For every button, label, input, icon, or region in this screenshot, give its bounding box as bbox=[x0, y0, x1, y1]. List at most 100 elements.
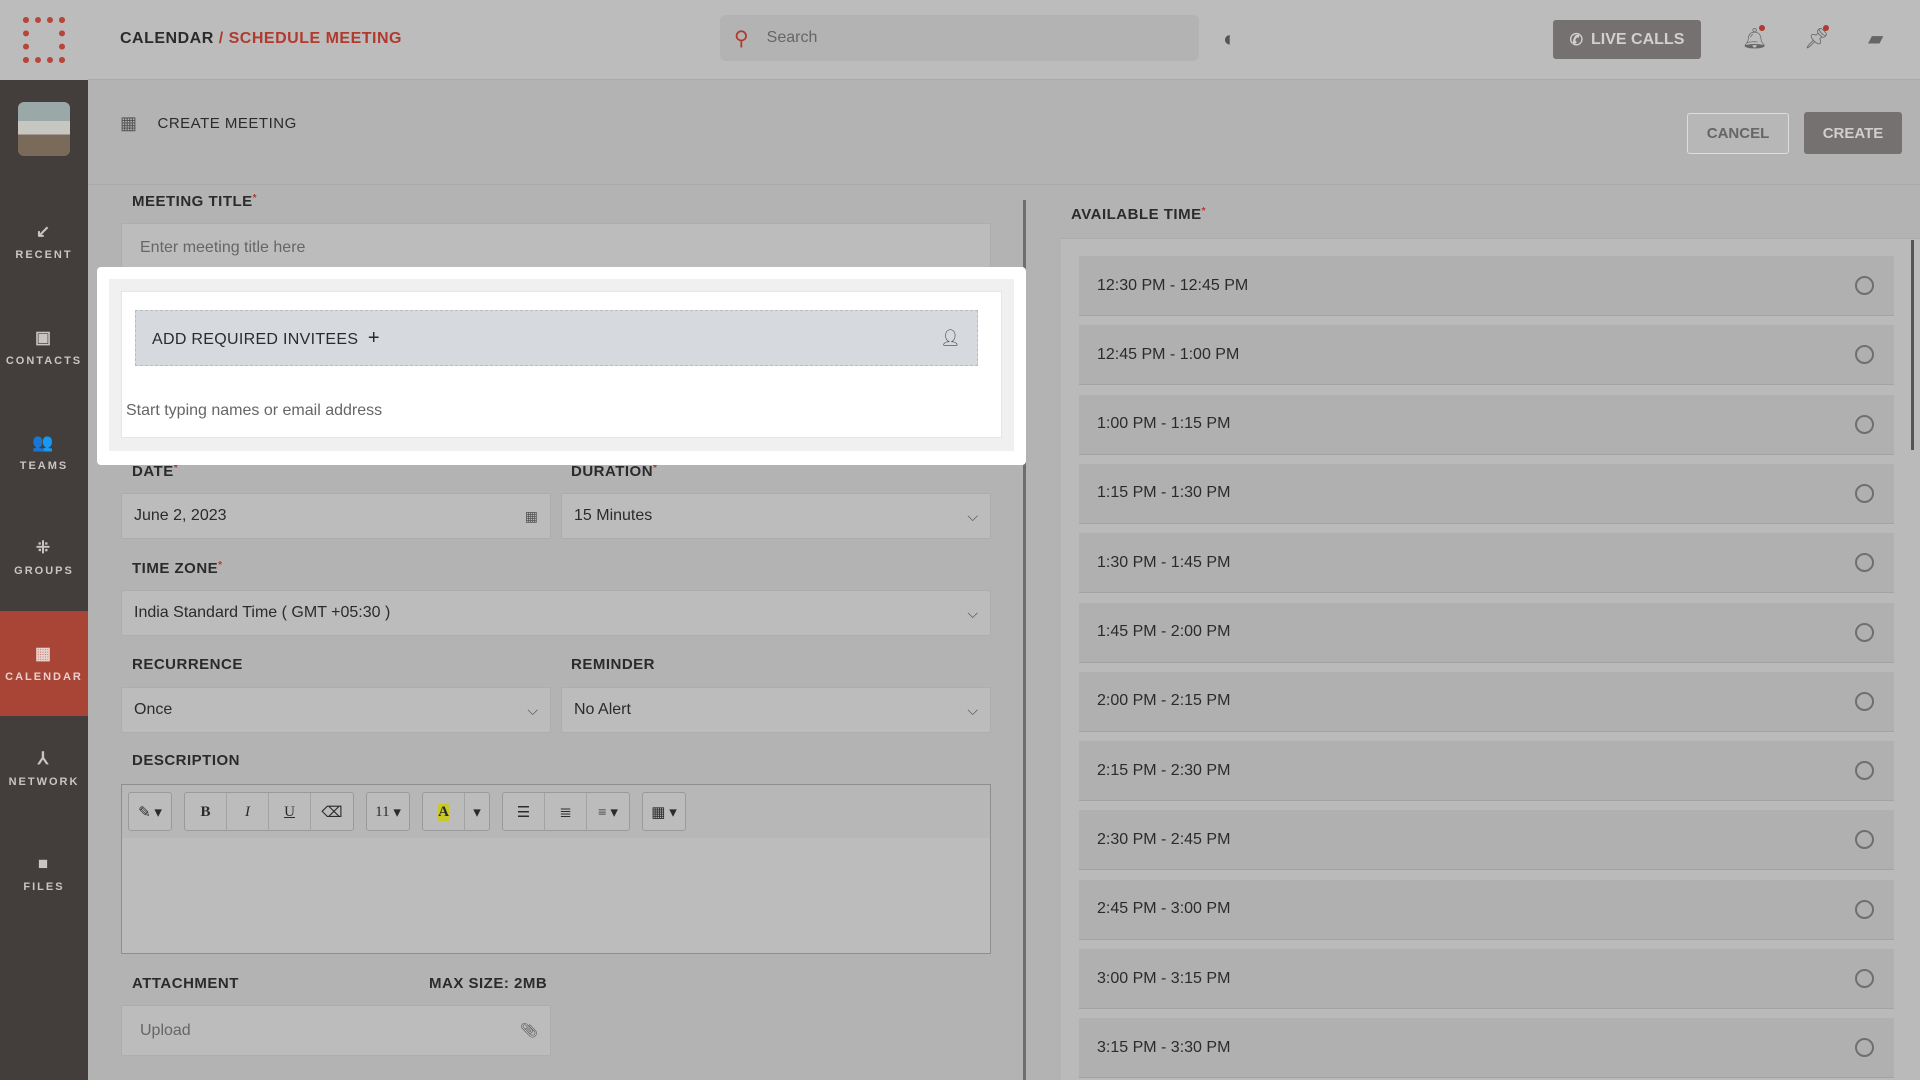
create-button[interactable]: CREATE bbox=[1804, 112, 1902, 154]
chevron-down-icon: ⌵ bbox=[967, 701, 978, 718]
paperclip-icon: 📎︎ bbox=[520, 1022, 538, 1038]
time-slot[interactable]: 3:00 PM - 3:15 PM bbox=[1079, 949, 1894, 1009]
sidebar-item-contacts[interactable]: ▣ CONTACTS bbox=[0, 295, 88, 400]
time-slot[interactable]: 1:00 PM - 1:15 PM bbox=[1079, 394, 1894, 455]
sidebar-item-teams[interactable]: 👥 TEAMS bbox=[0, 400, 88, 505]
time-slot[interactable]: 2:00 PM - 2:15 PM bbox=[1079, 671, 1894, 732]
sidebar-item-calendar[interactable]: ▦ CALENDAR bbox=[0, 611, 88, 716]
font-size-select[interactable]: 11 ▾ bbox=[367, 793, 409, 831]
bullet-list-icon[interactable]: ☰ bbox=[503, 793, 545, 831]
meeting-title-label: MEETING TITLE* bbox=[132, 193, 258, 210]
recent-icon: ↙ bbox=[35, 221, 53, 241]
time-slot-scrollbar[interactable] bbox=[1911, 240, 1914, 450]
time-slot[interactable]: 1:30 PM - 1:45 PM bbox=[1079, 533, 1894, 594]
time-slot[interactable]: 2:45 PM - 3:00 PM bbox=[1079, 879, 1894, 940]
date-label: DATE* bbox=[132, 463, 179, 480]
time-slot-radio[interactable] bbox=[1855, 483, 1874, 503]
time-slot-label: 2:15 PM - 2:30 PM bbox=[1097, 761, 1231, 779]
duration-label: DURATION* bbox=[571, 463, 658, 480]
underline-button[interactable]: U bbox=[269, 793, 311, 831]
time-slot-radio[interactable] bbox=[1855, 553, 1874, 573]
theme-toggle-icon[interactable]: ◐ bbox=[1223, 26, 1236, 52]
time-slot-radio[interactable] bbox=[1855, 345, 1874, 365]
calendar-icon[interactable]: ▦ bbox=[525, 508, 538, 525]
time-slot-label: 2:00 PM - 2:15 PM bbox=[1097, 692, 1231, 710]
chat-icon[interactable]: ▰ bbox=[1868, 26, 1883, 51]
time-slot-radio[interactable] bbox=[1855, 414, 1874, 434]
breadcrumb-calendar[interactable]: CALENDAR bbox=[120, 30, 214, 47]
timezone-label: TIME ZONE* bbox=[132, 560, 223, 577]
search-input[interactable]: ⚲ Search bbox=[720, 15, 1199, 61]
files-icon: ■ bbox=[37, 853, 51, 873]
live-calls-button[interactable]: ✆ LIVE CALLS bbox=[1553, 20, 1701, 59]
bold-button[interactable]: B bbox=[185, 793, 227, 831]
invitees-section: ADD REQUIRED INVITEES + 👤︎ Start typing … bbox=[121, 291, 1002, 438]
sidebar-item-label: GROUPS bbox=[14, 564, 74, 577]
table-icon[interactable]: ▦ ▾ bbox=[643, 793, 685, 831]
search-placeholder: Search bbox=[766, 29, 818, 46]
avatar[interactable] bbox=[18, 102, 70, 156]
calendar-icon: ▦ bbox=[120, 113, 138, 133]
time-slot[interactable]: 1:45 PM - 2:00 PM bbox=[1079, 602, 1894, 663]
date-input[interactable]: June 2, 2023 ▦ bbox=[121, 493, 551, 539]
reminder-label: REMINDER bbox=[571, 656, 656, 673]
align-icon[interactable]: ≡ ▾ bbox=[587, 793, 629, 831]
eraser-icon[interactable]: ⌫ bbox=[311, 793, 353, 831]
chevron-down-icon: ⌵ bbox=[527, 701, 538, 718]
sidebar-item-label: CALENDAR bbox=[5, 670, 83, 683]
description-editor[interactable] bbox=[121, 838, 991, 954]
timezone-select[interactable]: India Standard Time ( GMT +05:30 ) ⌵ bbox=[121, 590, 991, 636]
add-required-invitees-button[interactable]: ADD REQUIRED INVITEES + 👤︎ bbox=[135, 310, 978, 366]
time-slot-radio[interactable] bbox=[1855, 899, 1874, 919]
network-icon: ⅄ bbox=[37, 748, 51, 768]
invitees-label: ADD REQUIRED INVITEES bbox=[152, 330, 359, 348]
time-slot-radio[interactable] bbox=[1855, 761, 1874, 781]
time-slot[interactable]: 12:45 PM - 1:00 PM bbox=[1079, 325, 1894, 386]
recurrence-select[interactable]: Once ⌵ bbox=[121, 687, 551, 733]
sidebar-item-files[interactable]: ■ FILES bbox=[0, 821, 88, 926]
breadcrumb-separator: / bbox=[213, 30, 229, 47]
time-slot-radio[interactable] bbox=[1855, 1038, 1874, 1058]
description-label: DESCRIPTION bbox=[132, 752, 241, 769]
reminder-select[interactable]: No Alert ⌵ bbox=[561, 687, 991, 733]
time-slot-radio[interactable] bbox=[1855, 969, 1874, 988]
time-slot-radio[interactable] bbox=[1855, 830, 1874, 850]
notification-dot bbox=[1759, 25, 1765, 31]
search-icon: ⚲ bbox=[734, 27, 749, 50]
style-magic-icon[interactable]: ✎ ▾ bbox=[129, 793, 171, 831]
time-slot-label: 1:45 PM - 2:00 PM bbox=[1097, 623, 1231, 640]
time-slot-radio[interactable] bbox=[1855, 276, 1874, 295]
app-logo[interactable] bbox=[0, 0, 88, 80]
italic-button[interactable]: I bbox=[227, 793, 269, 831]
cancel-button[interactable]: CANCEL bbox=[1687, 113, 1789, 154]
duration-select[interactable]: 15 Minutes ⌵ bbox=[561, 493, 991, 539]
sidebar-item-groups[interactable]: ⁜ GROUPS bbox=[0, 505, 88, 610]
time-slot-label: 12:30 PM - 12:45 PM bbox=[1097, 276, 1249, 294]
chevron-down-icon: ⌵ bbox=[967, 604, 978, 621]
sidebar-item-label: RECENT bbox=[15, 248, 73, 261]
time-slot[interactable]: 2:15 PM - 2:30 PM bbox=[1079, 741, 1894, 802]
sidebar-item-recent[interactable]: ↙ RECENT bbox=[0, 189, 88, 294]
time-slot-radio[interactable] bbox=[1855, 691, 1874, 711]
chevron-down-icon: ⌵ bbox=[967, 507, 978, 524]
time-slot[interactable]: 3:15 PM - 3:30 PM bbox=[1079, 1018, 1894, 1079]
invitees-search-input[interactable]: Start typing names or email address bbox=[126, 402, 382, 420]
sidebar-item-network[interactable]: ⅄ NETWORK bbox=[0, 716, 88, 821]
time-slot[interactable]: 1:15 PM - 1:30 PM bbox=[1079, 463, 1894, 524]
highlight-color-button[interactable]: A bbox=[423, 793, 465, 831]
time-slot-label: 1:00 PM - 1:15 PM bbox=[1097, 415, 1231, 433]
attachment-label: ATTACHMENT bbox=[132, 975, 239, 992]
color-dropdown[interactable]: ▾ bbox=[465, 793, 489, 831]
numbered-list-icon[interactable]: ≣ bbox=[545, 793, 587, 831]
sidebar-item-label: TEAMS bbox=[19, 459, 69, 472]
recurrence-label: RECURRENCE bbox=[132, 656, 243, 673]
meeting-title-input[interactable]: Enter meeting title here bbox=[121, 223, 991, 273]
calendar-icon: ▦ bbox=[34, 643, 54, 663]
time-slot[interactable]: 2:30 PM - 2:45 PM bbox=[1079, 810, 1894, 871]
invitees-highlight: ADD REQUIRED INVITEES + 👤︎ Start typing … bbox=[97, 267, 1026, 465]
editor-toolbar: ✎ ▾ B I U ⌫ 11 ▾ A ▾ ☰ ≣ ≡ ▾ ▦ ▾ bbox=[121, 784, 991, 839]
time-slot-radio[interactable] bbox=[1855, 622, 1874, 642]
live-calls-label: LIVE CALLS bbox=[1591, 30, 1685, 48]
upload-input[interactable]: Upload 📎︎ bbox=[121, 1005, 551, 1056]
time-slot[interactable]: 12:30 PM - 12:45 PM bbox=[1079, 256, 1894, 316]
